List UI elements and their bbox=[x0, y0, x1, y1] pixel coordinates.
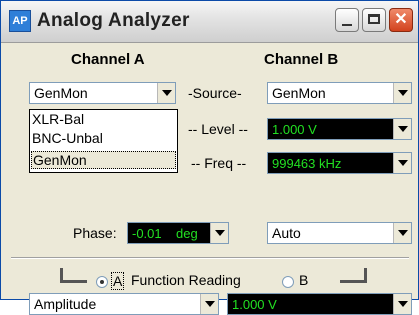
channel-b-source-value: GenMon bbox=[272, 85, 326, 101]
chevron-down-icon[interactable] bbox=[200, 294, 218, 314]
radio-channel-a[interactable] bbox=[96, 276, 108, 288]
function-reading-field[interactable]: 1.000 V bbox=[227, 293, 412, 315]
source-label: -Source- bbox=[188, 85, 242, 101]
phase-value: -0.01 bbox=[132, 226, 162, 241]
channel-a-source-dropdown[interactable]: XLR-Bal BNC-Unbal GenMon bbox=[29, 109, 178, 173]
dropdown-option-selected[interactable]: GenMon bbox=[31, 151, 176, 169]
function-mode-value: Amplitude bbox=[34, 296, 97, 312]
channel-a-source-select[interactable]: GenMon bbox=[29, 82, 176, 104]
channel-b-header: Channel B bbox=[264, 51, 339, 68]
chevron-down-icon[interactable] bbox=[393, 83, 411, 103]
chevron-down-icon[interactable] bbox=[157, 83, 175, 103]
chevron-down-icon[interactable] bbox=[393, 119, 411, 139]
maximize-icon bbox=[368, 14, 380, 24]
close-button[interactable]: ✕ bbox=[389, 8, 413, 32]
phase-field[interactable]: -0.01 deg bbox=[127, 222, 229, 244]
radio-a-label[interactable]: A bbox=[111, 272, 125, 290]
divider bbox=[11, 257, 409, 259]
analog-analyzer-window: AP Analog Analyzer ✕ Channel A Channel B… bbox=[0, 0, 419, 315]
channel-b-level-field[interactable]: 1.000 V bbox=[267, 118, 412, 140]
dropdown-option[interactable]: XLR-Bal bbox=[32, 111, 84, 127]
freq-label: -- Freq -- bbox=[191, 155, 247, 171]
chevron-down-icon[interactable] bbox=[210, 223, 228, 243]
bracket-left-icon bbox=[60, 268, 87, 283]
phase-unit: deg bbox=[176, 226, 198, 241]
maximize-button[interactable] bbox=[362, 8, 386, 32]
title-bar[interactable]: AP Analog Analyzer ✕ bbox=[1, 1, 418, 43]
function-reading-label: Function Reading bbox=[131, 272, 241, 288]
phase-label: Phase: bbox=[73, 225, 117, 241]
chevron-down-icon[interactable] bbox=[393, 294, 411, 314]
channel-b-freq-field[interactable]: 999463 kHz bbox=[267, 152, 412, 174]
chevron-down-icon[interactable] bbox=[393, 223, 411, 243]
chevron-down-icon[interactable] bbox=[393, 153, 411, 173]
close-icon: ✕ bbox=[394, 11, 408, 28]
function-mode-select[interactable]: Amplitude bbox=[29, 293, 219, 315]
minimize-icon bbox=[342, 24, 352, 26]
app-icon: AP bbox=[9, 10, 31, 32]
channel-b-source-select[interactable]: GenMon bbox=[267, 82, 412, 104]
function-reading-value: 1.000 V bbox=[232, 297, 277, 312]
radio-b-label[interactable]: B bbox=[299, 272, 308, 288]
level-label: -- Level -- bbox=[188, 121, 248, 137]
minimize-button[interactable] bbox=[335, 8, 359, 32]
channel-a-header: Channel A bbox=[71, 51, 145, 68]
auto-value: Auto bbox=[272, 225, 301, 241]
channel-b-freq-value: 999463 kHz bbox=[272, 156, 342, 171]
channel-b-level-value: 1.000 V bbox=[272, 122, 317, 137]
window-title: Analog Analyzer bbox=[37, 10, 190, 31]
dropdown-option[interactable]: BNC-Unbal bbox=[32, 130, 103, 146]
radio-channel-b[interactable] bbox=[282, 276, 294, 288]
auto-select[interactable]: Auto bbox=[267, 222, 412, 244]
channel-a-source-value: GenMon bbox=[34, 85, 88, 101]
bracket-right-icon bbox=[340, 268, 367, 283]
